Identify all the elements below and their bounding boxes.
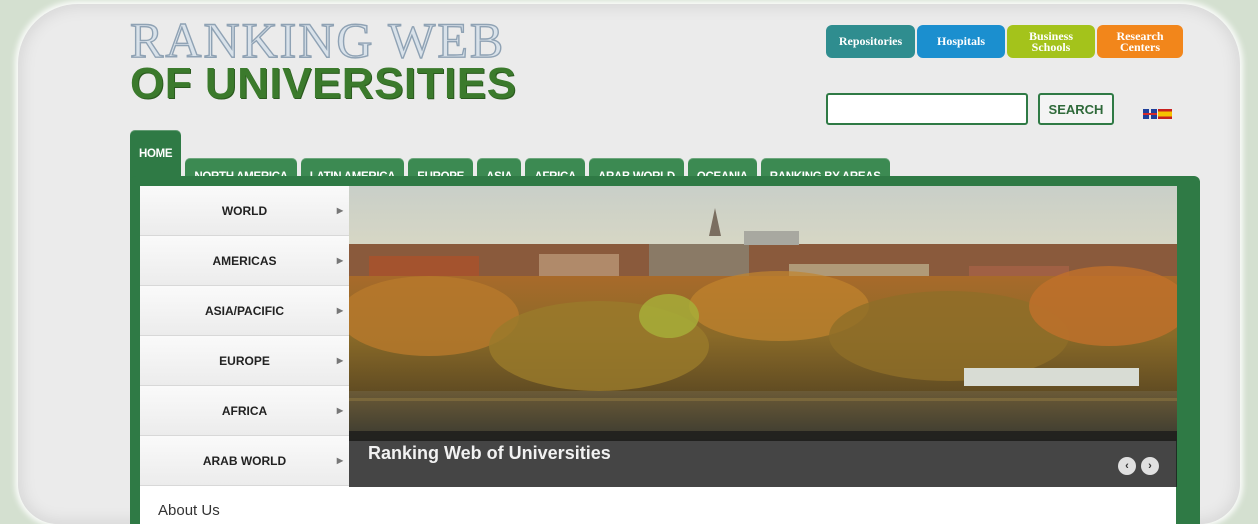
menu-item-europe[interactable]: EUROPE ▶ [140, 336, 349, 386]
carousel-controls: ‹ › [1118, 457, 1159, 475]
menu-item-arab-world[interactable]: ARAB WORLD ▶ [140, 436, 349, 486]
menu-item-label: WORLD [221, 203, 268, 218]
menu-item-africa[interactable]: AFRICA ▶ [140, 386, 349, 436]
hero-caption-bar: Ranking Web of Universities ‹ › [349, 431, 1177, 487]
about-us-heading[interactable]: About Us [158, 502, 220, 519]
repositories-button[interactable]: Repositories [826, 25, 915, 58]
arrow-right-icon: ▶ [336, 306, 343, 315]
menu-item-world[interactable]: WORLD ▶ [140, 186, 349, 236]
hero-slideshow[interactable]: Ranking Web of Universities ‹ › [349, 186, 1177, 487]
menu-item-americas[interactable]: AMERICAS ▶ [140, 236, 349, 286]
uk-flag-icon[interactable] [1143, 109, 1157, 119]
region-menu: WORLD ▶ AMERICAS ▶ ASIA/PACIFIC ▶ EUROPE… [140, 186, 349, 486]
search-button[interactable]: SEARCH [1038, 93, 1114, 125]
logo-line1: RANKING WEB [129, 12, 506, 68]
hospitals-button[interactable]: Hospitals [917, 25, 1005, 58]
site-logo[interactable]: RANKING WEB OF UNIVERSITIES [129, 12, 517, 108]
menu-item-label: ARAB WORLD [202, 453, 287, 468]
next-slide-button[interactable]: › [1141, 457, 1159, 475]
language-selector [1143, 109, 1172, 119]
menu-item-label: ASIA/PACIFIC [204, 303, 285, 318]
menu-item-label: AMERICAS [212, 253, 277, 268]
research-centers-button[interactable]: Research Centers [1097, 25, 1183, 58]
hero-caption: Ranking Web of Universities [368, 443, 611, 463]
arrow-right-icon: ▶ [336, 456, 343, 465]
page-frame: RANKING WEB OF UNIVERSITIES Repositories… [18, 4, 1240, 524]
search-input[interactable] [826, 93, 1028, 125]
menu-item-label: EUROPE [219, 353, 270, 368]
top-category-buttons: Repositories Hospitals Business Schools … [826, 25, 1183, 58]
prev-slide-button[interactable]: ‹ [1118, 457, 1136, 475]
content-panel: WORLD ▶ AMERICAS ▶ ASIA/PACIFIC ▶ EUROPE… [130, 176, 1200, 524]
logo-line2: OF UNIVERSITIES [130, 59, 517, 108]
business-schools-button[interactable]: Business Schools [1007, 25, 1095, 58]
arrow-right-icon: ▶ [336, 356, 343, 365]
arrow-right-icon: ▶ [336, 256, 343, 265]
content-area: WORLD ▶ AMERICAS ▶ ASIA/PACIFIC ▶ EUROPE… [140, 186, 1177, 524]
arrow-right-icon: ▶ [336, 206, 343, 215]
es-flag-icon[interactable] [1158, 109, 1172, 119]
arrow-right-icon: ▶ [336, 406, 343, 415]
menu-item-asia-pacific[interactable]: ASIA/PACIFIC ▶ [140, 286, 349, 336]
menu-item-label: AFRICA [221, 403, 268, 418]
